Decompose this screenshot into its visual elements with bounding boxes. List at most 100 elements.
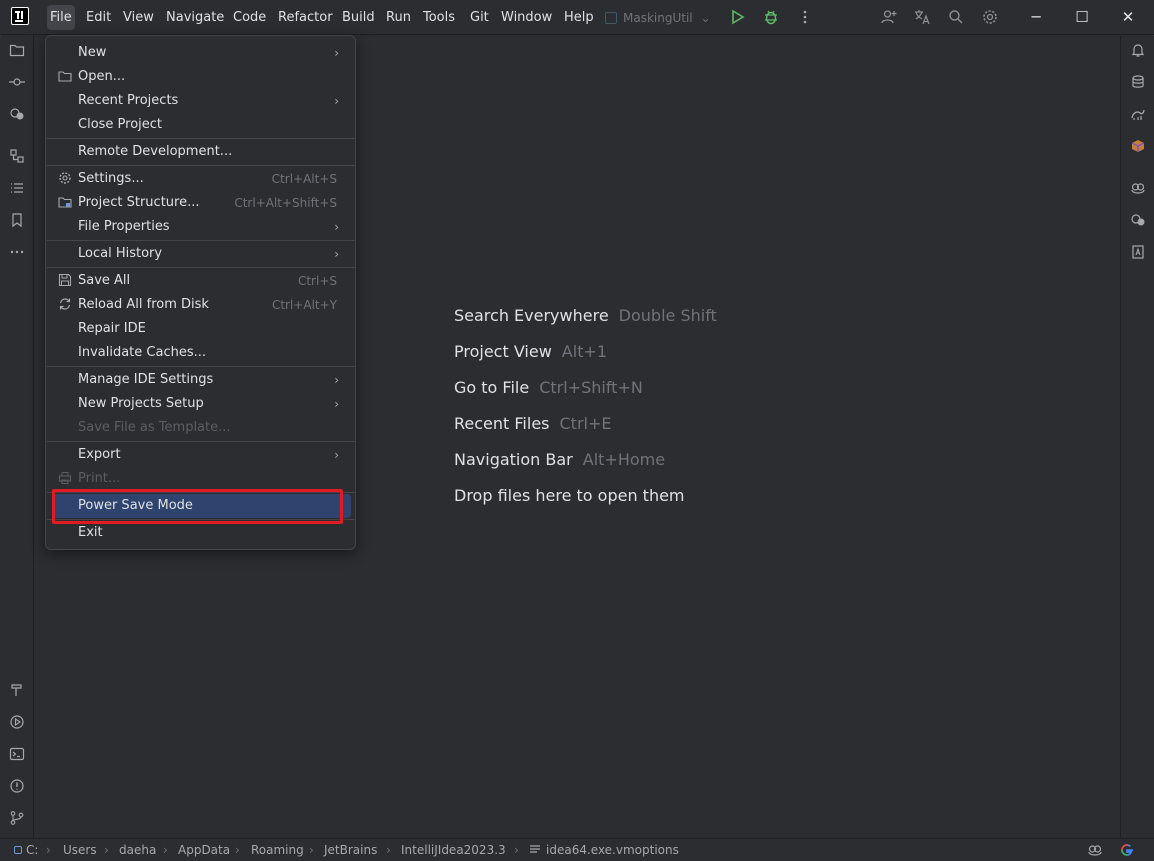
- breadcrumb-separator: ›: [235, 843, 240, 857]
- settings-icon[interactable]: [981, 8, 999, 26]
- chevron-right-icon: ›: [334, 448, 339, 462]
- breadcrumb-intellij-folder[interactable]: IntelliJIdea2023.3: [401, 839, 506, 861]
- menu-invalidate-caches[interactable]: Invalidate Caches...: [52, 341, 351, 365]
- breadcrumb-separator: ›: [386, 843, 391, 857]
- chevron-right-icon: ›: [334, 373, 339, 387]
- ai-chat-icon[interactable]: [1128, 212, 1148, 232]
- breadcrumb-roaming[interactable]: Roaming: [251, 839, 304, 861]
- intellij-logo-icon[interactable]: [11, 7, 29, 25]
- menu-code[interactable]: Code: [230, 5, 269, 30]
- copilot-status-icon[interactable]: [1087, 842, 1103, 861]
- menu-recent-projects[interactable]: Recent Projects ›: [52, 89, 351, 113]
- close-window-button[interactable]: ✕: [1119, 8, 1137, 26]
- menu-new-projects-setup[interactable]: New Projects Setup ›: [52, 392, 351, 416]
- menu-new[interactable]: New ›: [52, 41, 351, 65]
- gear-icon: [57, 171, 73, 187]
- chevron-right-icon: ›: [334, 220, 339, 234]
- menu-settings[interactable]: Settings... Ctrl+Alt+S: [52, 167, 351, 191]
- problems-icon[interactable]: [7, 778, 27, 798]
- run-config-icon: [605, 12, 617, 24]
- copilot-icon[interactable]: [1128, 180, 1148, 200]
- hint-search-everywhere: Search Everywhere Double Shift: [454, 306, 717, 325]
- add-user-icon[interactable]: [880, 8, 898, 26]
- plugin-package-icon[interactable]: [1128, 138, 1148, 158]
- translation-dictionary-icon[interactable]: [1128, 244, 1148, 264]
- hint-drop-files: Drop files here to open them: [454, 486, 685, 505]
- menu-separator: [47, 267, 356, 268]
- minimize-button[interactable]: ─: [1027, 8, 1045, 26]
- maximize-button[interactable]: ☐: [1073, 8, 1091, 26]
- menu-separator: [47, 138, 356, 139]
- menu-edit[interactable]: Edit: [83, 5, 114, 30]
- menu-file-properties[interactable]: File Properties ›: [52, 215, 351, 239]
- breadcrumb-drive[interactable]: C:: [14, 839, 38, 861]
- google-icon[interactable]: [1119, 842, 1135, 861]
- right-tool-window-strip: [1120, 36, 1154, 840]
- chevron-right-icon: ›: [334, 247, 339, 261]
- notifications-bell-icon[interactable]: [1128, 42, 1148, 62]
- ai-assistant-icon[interactable]: [7, 106, 27, 126]
- left-tool-window-strip: [0, 36, 34, 840]
- print-icon: [57, 471, 73, 487]
- chevron-right-icon: ›: [334, 94, 339, 108]
- run-configuration-selector[interactable]: MaskingUtil ⌄: [605, 8, 711, 28]
- file-menu-dropdown: New › Open... Recent Projects › Close Pr…: [45, 35, 356, 550]
- more-icon[interactable]: [796, 8, 814, 26]
- menu-export[interactable]: Export ›: [52, 443, 351, 467]
- menu-open[interactable]: Open...: [52, 65, 351, 89]
- breadcrumb-separator: ›: [46, 843, 51, 857]
- menu-separator: [47, 240, 356, 241]
- bookmarks-icon[interactable]: [7, 212, 27, 232]
- menu-project-structure[interactable]: Project Structure... Ctrl+Alt+Shift+S: [52, 191, 351, 215]
- menu-file[interactable]: File: [47, 5, 75, 30]
- hint-navigation-bar: Navigation Bar Alt+Home: [454, 450, 666, 469]
- menu-local-history[interactable]: Local History ›: [52, 242, 351, 266]
- breadcrumb-file[interactable]: idea64.exe.vmoptions: [530, 839, 679, 861]
- breadcrumb-daeha[interactable]: daeha: [119, 839, 156, 861]
- menu-exit[interactable]: Exit: [52, 521, 351, 545]
- menu-remote-development[interactable]: Remote Development...: [52, 140, 351, 164]
- translate-icon[interactable]: [913, 8, 931, 26]
- menu-git[interactable]: Git: [467, 5, 492, 30]
- title-bar: File Edit View Navigate Code Refactor Bu…: [0, 0, 1154, 35]
- commit-icon[interactable]: [7, 74, 27, 94]
- menu-close-project[interactable]: Close Project: [52, 113, 351, 137]
- project-folder-icon[interactable]: [7, 42, 27, 62]
- menu-build[interactable]: Build: [339, 5, 378, 30]
- build-hammer-icon[interactable]: [7, 682, 27, 702]
- database-icon[interactable]: [1128, 74, 1148, 94]
- run-icon[interactable]: [728, 8, 746, 26]
- breadcrumb-separator: ›: [309, 843, 314, 857]
- structure-icon[interactable]: [7, 148, 27, 168]
- menu-help[interactable]: Help: [561, 5, 597, 30]
- terminal-icon[interactable]: [7, 746, 27, 766]
- status-bar: C: › Users › daeha › AppData › Roaming ›…: [0, 838, 1154, 861]
- debug-icon[interactable]: [762, 8, 780, 26]
- gradle-icon[interactable]: [1128, 106, 1148, 126]
- search-icon[interactable]: [947, 8, 965, 26]
- chevron-right-icon: ›: [334, 397, 339, 411]
- breadcrumb-jetbrains[interactable]: JetBrains: [324, 839, 377, 861]
- breadcrumb-appdata[interactable]: AppData: [178, 839, 230, 861]
- menu-tools[interactable]: Tools: [420, 5, 458, 30]
- services-icon[interactable]: [7, 714, 27, 734]
- git-branch-icon[interactable]: [7, 810, 27, 830]
- more-tools-icon[interactable]: [7, 244, 27, 264]
- menu-save-all[interactable]: Save All Ctrl+S: [52, 269, 351, 293]
- menu-separator: [47, 441, 356, 442]
- project-structure-icon: [57, 195, 73, 211]
- menu-repair-ide[interactable]: Repair IDE: [52, 317, 351, 341]
- highlight-annotation-box: [52, 489, 343, 524]
- run-config-name: MaskingUtil: [623, 11, 693, 25]
- menu-window[interactable]: Window: [498, 5, 555, 30]
- todo-list-icon[interactable]: [7, 180, 27, 200]
- menu-manage-ide-settings[interactable]: Manage IDE Settings ›: [52, 368, 351, 392]
- breadcrumb-users[interactable]: Users: [63, 839, 97, 861]
- menu-separator: [47, 366, 356, 367]
- folder-icon: [57, 69, 73, 85]
- menu-refactor[interactable]: Refactor: [275, 5, 336, 30]
- menu-run[interactable]: Run: [383, 5, 414, 30]
- menu-navigate[interactable]: Navigate: [163, 5, 227, 30]
- menu-reload-all[interactable]: Reload All from Disk Ctrl+Alt+Y: [52, 293, 351, 317]
- menu-view[interactable]: View: [120, 5, 157, 30]
